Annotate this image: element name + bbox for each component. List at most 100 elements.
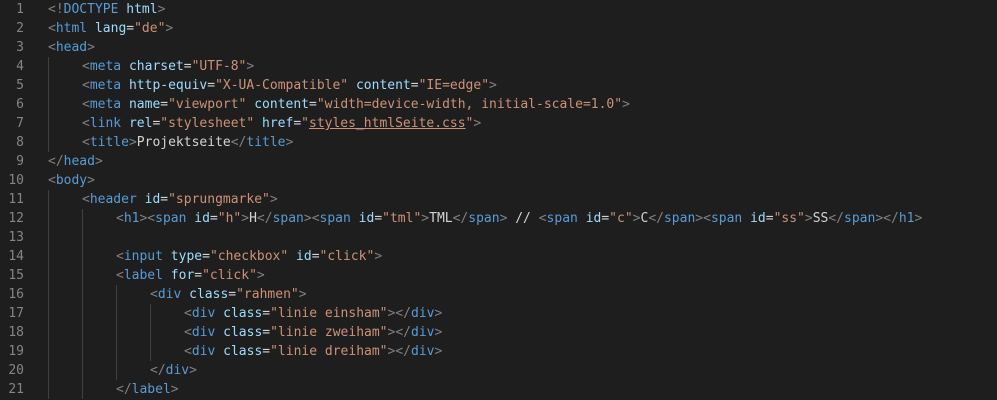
- code-token: >: [374, 249, 383, 264]
- code-token: charset: [128, 59, 184, 74]
- code-line[interactable]: 1 <!DOCTYPE html>: [0, 0, 997, 19]
- code-text[interactable]: <meta name="viewport" content="width=dev…: [82, 95, 630, 114]
- line-number: 21: [8, 382, 24, 397]
- code-token: type: [170, 249, 203, 264]
- code-line[interactable]: 16 <div class="rahmen">: [0, 285, 997, 304]
- code-text[interactable]: <head>: [48, 38, 95, 57]
- code-text[interactable]: </head>: [48, 152, 103, 171]
- code-text[interactable]: <div class="linie dreiham"></div>: [184, 342, 442, 361]
- code-text[interactable]: <html lang="de">: [48, 19, 173, 38]
- code-token: =: [160, 97, 169, 112]
- code-token: =: [601, 211, 610, 226]
- indent-guide: [82, 323, 83, 342]
- code-token: div: [411, 306, 435, 321]
- code-line[interactable]: 3 <head>: [0, 38, 997, 57]
- code-token: =: [183, 59, 192, 74]
- code-text[interactable]: <title>Projektseite</title>: [82, 133, 293, 152]
- code-token: label: [131, 382, 171, 397]
- code-token: <: [48, 40, 56, 55]
- code-text[interactable]: <h1><span id="h">H</span><span id="tml">…: [116, 209, 922, 228]
- code-line[interactable]: 2 <html lang="de">: [0, 19, 997, 38]
- code-token: "rahmen": [236, 287, 299, 302]
- code-line[interactable]: 6 <meta name="viewport" content="width=de…: [0, 95, 997, 114]
- code-line[interactable]: 19 <div class="linie dreiham"></div>: [0, 342, 997, 361]
- code-token: =: [765, 211, 774, 226]
- code-token: "de": [134, 21, 166, 36]
- code-token: class: [189, 287, 229, 302]
- code-text[interactable]: <meta http-equiv="X-UA-Compatible" conte…: [82, 76, 497, 95]
- code-token: meta: [89, 59, 122, 74]
- code-token: >: [473, 116, 482, 131]
- code-line[interactable]: 7 <link rel="stylesheet" href="styles_htm…: [0, 114, 997, 133]
- indent-guide: [48, 57, 49, 76]
- indent-guide: [48, 361, 49, 380]
- code-token: "tml": [382, 211, 422, 226]
- code-token: div: [191, 344, 216, 359]
- line-number: 16: [8, 287, 24, 302]
- code-token: >: [170, 382, 179, 397]
- code-token: label: [123, 268, 163, 283]
- code-text[interactable]: <div class="rahmen">: [150, 285, 307, 304]
- code-text[interactable]: </label>: [116, 380, 179, 399]
- code-token: <: [116, 268, 124, 283]
- code-line[interactable]: 14 <input type="checkbox" id="click">: [0, 247, 997, 266]
- code-token: =: [311, 249, 320, 264]
- code-token: <: [48, 173, 56, 188]
- code-token: >: [489, 78, 497, 93]
- code-token: >: [622, 97, 630, 112]
- code-editor[interactable]: 1 <!DOCTYPE html> 2 <html lang="de"> 3 <head>…: [0, 0, 997, 400]
- code-token: header: [89, 192, 137, 207]
- code-token: =: [262, 306, 271, 321]
- code-token: "checkbox": [209, 249, 289, 264]
- code-lines[interactable]: 1 <!DOCTYPE html> 2 <html lang="de"> 3 <head>…: [0, 0, 997, 399]
- code-line[interactable]: 21 </label>: [0, 380, 997, 399]
- code-token: </: [256, 211, 273, 226]
- code-token: </: [648, 211, 664, 226]
- code-text[interactable]: <div class="linie zweiham"></div>: [184, 323, 442, 342]
- code-token: lang: [94, 21, 127, 36]
- code-text[interactable]: <input type="checkbox" id="click">: [116, 247, 382, 266]
- code-token: >: [804, 211, 813, 226]
- code-token: div: [165, 363, 190, 378]
- code-line[interactable]: 15 <label for="click">: [0, 266, 997, 285]
- code-text[interactable]: <label for="click">: [116, 266, 265, 285]
- code-token: <: [150, 287, 158, 302]
- code-token: name: [128, 97, 161, 112]
- code-line[interactable]: 18 <div class="linie zweiham"></div>: [0, 323, 997, 342]
- code-token: "stylesheet": [160, 116, 255, 131]
- code-token: >: [298, 287, 307, 302]
- code-text[interactable]: <!DOCTYPE html>: [48, 0, 165, 19]
- code-token: head: [55, 40, 88, 55]
- code-token: >: [87, 173, 95, 188]
- line-number: 2: [16, 21, 24, 36]
- code-line[interactable]: 20 </div>: [0, 361, 997, 380]
- code-token: ><: [695, 211, 711, 226]
- code-line[interactable]: 13: [0, 228, 997, 247]
- code-line[interactable]: 12 <h1><span id="h">H</span><span id="tml…: [0, 209, 997, 228]
- code-token: <: [82, 59, 90, 74]
- code-text[interactable]: </div>: [150, 361, 197, 380]
- indent-guide: [48, 209, 49, 228]
- code-line[interactable]: 10 <body>: [0, 171, 997, 190]
- code-line[interactable]: 17 <div class="linie einsham"></div>: [0, 304, 997, 323]
- line-number: 10: [8, 173, 24, 188]
- code-token: ></: [387, 306, 411, 321]
- code-token: ": [301, 116, 309, 131]
- code-line[interactable]: 8 <title>Projektseite</title>: [0, 133, 997, 152]
- code-line[interactable]: 4 <meta charset="UTF-8">: [0, 57, 997, 76]
- code-text[interactable]: <meta charset="UTF-8">: [82, 57, 254, 76]
- code-line[interactable]: 11 <header id="sprungmarke">: [0, 190, 997, 209]
- code-text[interactable]: <header id="sprungmarke">: [82, 190, 278, 209]
- code-text[interactable]: <body>: [48, 171, 95, 190]
- code-text[interactable]: <link rel="stylesheet" href="styles_html…: [82, 114, 481, 133]
- code-line[interactable]: 5 <meta http-equiv="X-UA-Compatible" cont…: [0, 76, 997, 95]
- code-token: <!: [48, 2, 64, 17]
- code-text[interactable]: <div class="linie einsham"></div>: [184, 304, 442, 323]
- line-number: 5: [16, 78, 24, 93]
- indent-guide: [48, 323, 49, 342]
- code-token: >: [246, 59, 255, 74]
- code-line[interactable]: 9 </head>: [0, 152, 997, 171]
- code-token: span: [272, 211, 304, 226]
